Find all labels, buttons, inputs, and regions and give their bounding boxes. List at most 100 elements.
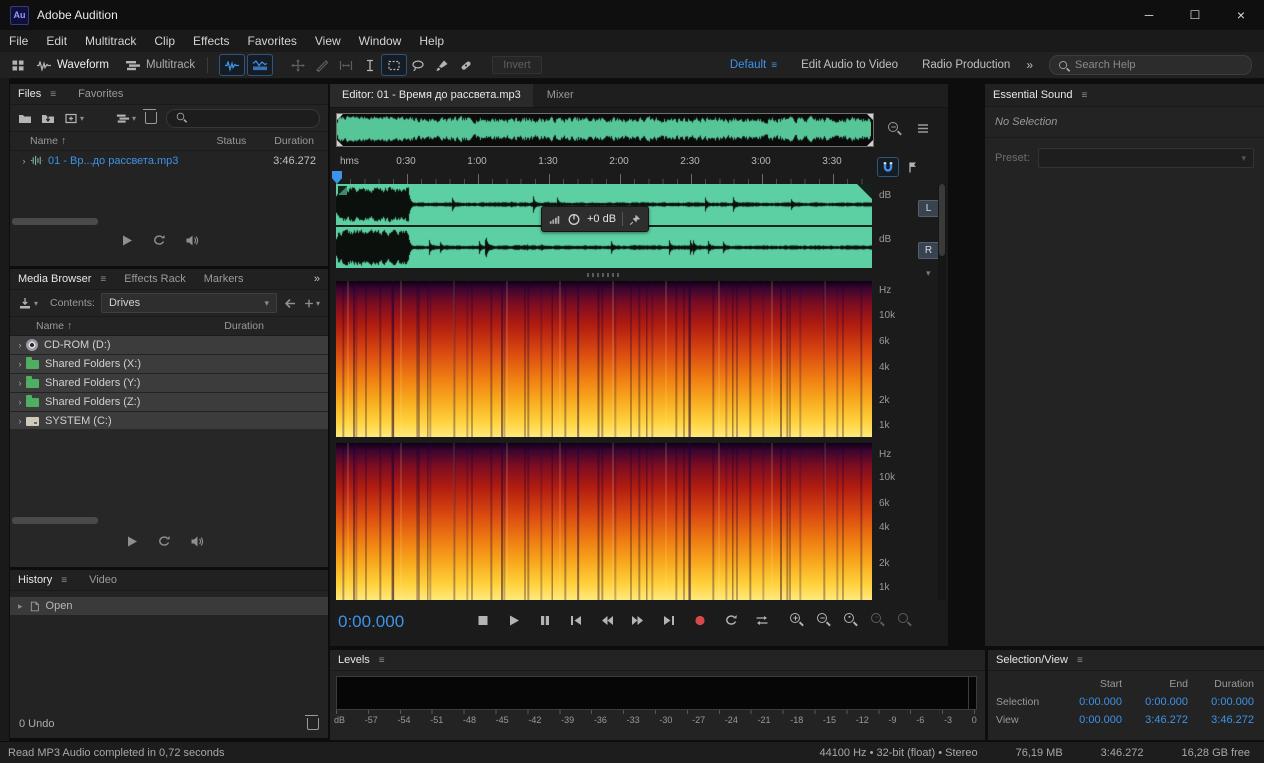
contents-dropdown[interactable]: Drives ▾ [101,293,277,313]
razor-tool[interactable] [310,55,334,75]
menu-favorites[interactable]: Favorites [239,30,306,52]
close-button[interactable]: × [1218,0,1264,30]
editor-vscrollbar[interactable] [938,184,946,600]
maximize-button[interactable]: ☐ [1172,0,1218,30]
selection-view-menu-icon[interactable]: ≡ [1077,655,1083,666]
spectrogram-left-channel[interactable] [336,281,872,437]
workspace-overflow-chevron[interactable]: » [1026,58,1033,72]
media-import-button[interactable]: ▾ [18,297,38,310]
media-loop-icon[interactable] [157,535,171,548]
tab-video[interactable]: Video [89,574,117,586]
media-col-name[interactable]: Name ↑ [36,320,72,332]
tab-media-browser[interactable]: Media Browser [18,273,91,285]
show-spectral-toggle[interactable] [248,55,272,75]
tab-editor[interactable]: Editor: 01 - Время до рассвета.mp3 [330,84,533,107]
move-tool[interactable] [286,55,310,75]
zoom-out-button[interactable]: − [817,613,831,627]
history-trash-icon[interactable] [307,718,319,730]
menu-edit[interactable]: Edit [37,30,76,52]
files-col-name[interactable]: Name ↑ [30,135,66,147]
view-end-value[interactable]: 3:46.272 [1122,714,1188,726]
view-duration-value[interactable]: 3:46.272 [1188,714,1254,726]
menu-file[interactable]: File [0,30,37,52]
files-search-field[interactable] [166,109,320,128]
time-display[interactable]: 0:00.000 [338,612,404,632]
snap-toggle-button[interactable] [878,158,898,176]
marker-flag-icon[interactable] [906,161,920,174]
hud-pin-icon[interactable] [629,213,641,226]
open-file-icon[interactable] [18,112,32,125]
drive-row-z[interactable]: › Shared Folders (Z:) [10,393,328,411]
scale-options-caret-icon[interactable]: ▾ [926,268,931,279]
left-dock-strip[interactable] [0,78,9,741]
hud-gain-value[interactable]: +0 dB [587,213,616,225]
tab-levels[interactable]: Levels [338,654,370,666]
loop-playback-button[interactable] [720,611,742,629]
essential-sound-menu-icon[interactable]: ≡ [1082,90,1088,101]
menu-window[interactable]: Window [350,30,411,52]
zoom-amplitude-button[interactable]: ▪ [844,613,858,627]
zoom-to-selection-button[interactable]: ▫ [871,613,885,627]
menu-multitrack[interactable]: Multitrack [76,30,145,52]
selection-start-value[interactable]: 0:00.000 [1056,696,1122,708]
overview-waveform[interactable] [337,114,871,144]
menu-view[interactable]: View [306,30,350,52]
media-hscrollbar[interactable] [12,517,98,524]
media-add-button[interactable]: ▾ [303,297,320,310]
drive-row-x[interactable]: › Shared Folders (X:) [10,355,328,373]
selection-end-value[interactable]: 0:00.000 [1122,696,1188,708]
level-meter[interactable] [336,676,977,710]
preset-dropdown[interactable]: ▾ [1038,148,1254,168]
overview-range-bar[interactable] [336,113,874,147]
search-help-field[interactable]: Search Help [1049,55,1252,75]
files-play-icon[interactable] [120,234,134,247]
waveform-mode-button[interactable]: Waveform [36,59,109,72]
workspace-default[interactable]: Default ≡ [730,59,777,71]
expander-icon[interactable]: › [18,156,30,166]
waveform-clip[interactable]: +0 dB [336,184,872,268]
workspace-radio-production[interactable]: Radio Production [922,59,1010,71]
tab-history[interactable]: History [18,574,52,586]
zoom-full-button[interactable] [898,613,912,627]
volume-knob-icon[interactable] [567,213,581,226]
insert-into-multitrack-button[interactable]: ▾ [116,112,136,125]
history-item-open[interactable]: ▸ Open [10,597,328,615]
drive-row-c[interactable]: › SYSTEM (C:) [10,412,328,430]
new-content-button[interactable]: ▾ [64,112,84,125]
drive-row-d[interactable]: › CD-ROM (D:) [10,336,328,354]
tab-essential-sound[interactable]: Essential Sound [993,89,1073,101]
wave-spectral-splitter[interactable] [336,270,872,280]
lasso-selection-tool[interactable] [406,55,430,75]
files-col-duration[interactable]: Duration [274,135,314,147]
show-waveform-toggle[interactable] [220,55,244,75]
levels-panel-menu-icon[interactable]: ≡ [379,655,385,666]
waveform-right-channel[interactable] [336,227,872,268]
spot-healing-brush-tool[interactable] [454,55,478,75]
files-autoplay-speaker-icon[interactable] [184,234,200,247]
time-selection-tool[interactable] [358,55,382,75]
files-hscrollbar[interactable] [12,218,98,225]
media-autoplay-speaker-icon[interactable] [189,535,205,548]
slip-tool[interactable] [334,55,358,75]
rewind-button[interactable] [596,611,618,629]
selection-duration-value[interactable]: 0:00.000 [1188,696,1254,708]
menu-help[interactable]: Help [410,30,453,52]
view-start-value[interactable]: 0:00.000 [1056,714,1122,726]
files-panel-menu-icon[interactable]: ≡ [50,89,56,100]
tab-mixer[interactable]: Mixer [533,84,588,107]
fade-in-handle[interactable] [338,186,347,195]
layout-grid-icon[interactable] [6,55,30,75]
stop-button[interactable] [472,611,494,629]
skip-to-end-button[interactable] [658,611,680,629]
file-row[interactable]: › 01 - Вр...до рассвета.mp3 3:46.272 [10,151,328,170]
menu-effects[interactable]: Effects [184,30,238,52]
minimize-button[interactable]: ─ [1126,0,1172,30]
right-channel-button[interactable]: R [918,242,939,259]
workspace-edit-audio-to-video[interactable]: Edit Audio to Video [801,59,898,71]
media-panel-menu-icon[interactable]: ≡ [100,274,106,285]
skip-selection-button[interactable] [751,611,773,629]
pause-button[interactable] [534,611,556,629]
paintbrush-selection-tool[interactable] [430,55,454,75]
media-tabs-overflow-chevron[interactable]: » [314,273,320,285]
skip-to-start-button[interactable] [565,611,587,629]
